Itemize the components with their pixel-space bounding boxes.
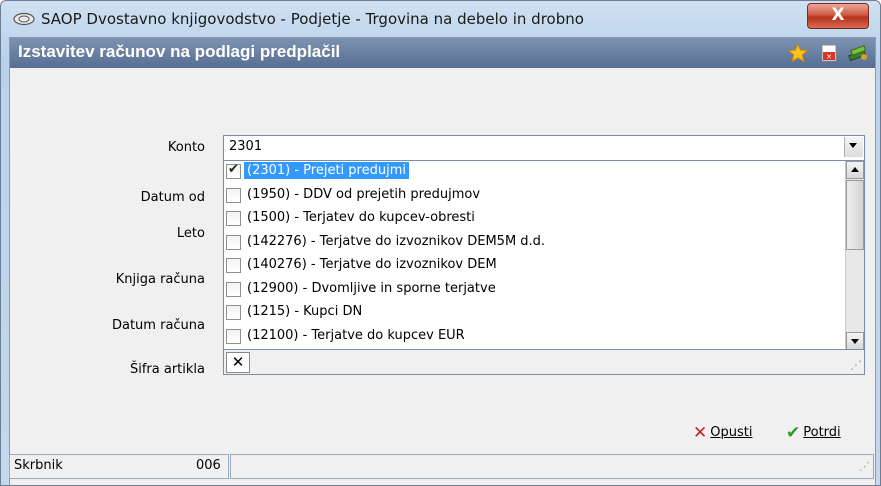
vertical-scrollbar[interactable]: [845, 161, 864, 350]
panel-title: Izstavitev računov na podlagi predplačil: [18, 42, 341, 61]
konto-label: Konto: [167, 140, 205, 155]
combo-dropdown-button[interactable]: [844, 137, 863, 157]
resize-grip-icon[interactable]: ⋰: [850, 358, 862, 372]
status-bar: Skrbnik 006 ⋰: [9, 454, 874, 479]
item-checkbox[interactable]: [226, 211, 241, 226]
cancel-x-icon: ✕: [693, 423, 708, 443]
scroll-thumb[interactable]: [846, 180, 864, 250]
dropdown-item[interactable]: (2301) - Prejeti predujmi: [224, 161, 842, 184]
close-icon: X: [831, 5, 845, 25]
dropdown-item-label: (142276) - Terjatve do izvoznikov DEM5M …: [247, 233, 546, 249]
cancel-button-label: Opusti: [710, 425, 753, 440]
sifra-artikla-label: Šifra artikla: [129, 362, 205, 377]
client-area: Izstavitev računov na podlagi predplačil…: [9, 37, 876, 485]
close-button[interactable]: X: [807, 3, 869, 29]
knjiga-racuna-label: Knjiga računa: [115, 272, 205, 287]
checkmark-icon: ✔: [786, 423, 801, 443]
status-cell-user: Skrbnik 006: [9, 454, 229, 479]
chevron-down-icon: [849, 143, 857, 148]
dropdown-item-label: (1215) - Kupci DN: [247, 304, 363, 319]
item-checkbox[interactable]: [226, 328, 241, 344]
confirm-button-label: Potrdi: [803, 425, 841, 440]
status-user-label: Skrbnik: [14, 458, 63, 473]
item-checkbox[interactable]: [226, 258, 241, 273]
dropdown-item-label: (12100) - Terjatve do kupcev EUR: [247, 327, 465, 343]
clear-icon: ✕: [231, 353, 245, 371]
status-cell-info: ⋰: [230, 454, 874, 479]
datum-od-label: Datum od: [140, 190, 205, 205]
dropdown-item-label: (1950) - DDV od prejetih predujmov: [247, 186, 481, 202]
arrow-up-icon: [851, 167, 859, 172]
title-bar[interactable]: SAOP Dvostavno knjigovodstvo - Podjetje …: [1, 1, 880, 37]
item-checkbox[interactable]: [226, 281, 241, 297]
item-checkbox[interactable]: [226, 162, 241, 179]
dropdown-item[interactable]: (1215) - Kupci DN: [224, 302, 842, 325]
svg-text:✕: ✕: [826, 53, 832, 61]
confirm-button[interactable]: ✔ Potrdi: [786, 423, 841, 443]
dropdown-item-label: (2301) - Prejeti predujmi: [244, 162, 409, 179]
konto-combobox[interactable]: 2301: [223, 135, 865, 161]
panel-header: Izstavitev računov na podlagi predplačil…: [10, 38, 875, 68]
resize-grip-icon[interactable]: ⋰: [859, 460, 870, 473]
pdf-icon[interactable]: ✕: [818, 43, 840, 63]
leto-label: Leto: [176, 226, 205, 241]
dropdown-item[interactable]: (1500) - Terjatev do kupcev-obresti: [224, 208, 842, 231]
scroll-up-button[interactable]: [846, 161, 864, 179]
dropdown-item-label: (140276) - Terjatve do izvoznikov DEM: [247, 257, 497, 272]
konto-dropdown-list: (2301) - Prejeti predujmi (1950) - DDV od…: [223, 160, 865, 351]
star-icon[interactable]: [787, 43, 809, 63]
arrow-down-icon: [851, 339, 859, 344]
datum-racuna-label: Datum računa: [111, 318, 205, 333]
window-title: SAOP Dvostavno knjigovodstvo - Podjetje …: [41, 10, 584, 28]
item-checkbox[interactable]: [226, 305, 241, 320]
dropdown-item-label: (1500) - Terjatev do kupcev-obresti: [247, 210, 475, 225]
item-checkbox[interactable]: [226, 234, 241, 250]
cancel-button[interactable]: ✕ Opusti: [693, 423, 752, 443]
clear-button[interactable]: ✕: [226, 352, 250, 373]
dropdown-item-label: (12900) - Dvomljive in sporne terjatve: [247, 280, 496, 296]
dropdown-item[interactable]: (1950) - DDV od prejetih predujmov: [224, 185, 842, 208]
books-icon[interactable]: [847, 43, 869, 63]
dropdown-item[interactable]: (12100) - Terjatve do kupcev EUR: [224, 326, 842, 349]
app-icon: [13, 12, 35, 26]
konto-value: 2301: [229, 139, 263, 154]
dropdown-item[interactable]: (140276) - Terjatve do izvoznikov DEM: [224, 255, 842, 278]
dropdown-item[interactable]: (142276) - Terjatve do izvoznikov DEM5M …: [224, 232, 842, 255]
main-window: SAOP Dvostavno knjigovodstvo - Podjetje …: [0, 0, 881, 486]
status-user-value: 006: [196, 458, 221, 473]
sifra-artikla-field[interactable]: ✕ ⋰: [223, 349, 865, 375]
scroll-down-button[interactable]: [846, 332, 864, 350]
item-checkbox[interactable]: [226, 187, 241, 203]
dropdown-item[interactable]: (12900) - Dvomljive in sporne terjatve: [224, 279, 842, 302]
